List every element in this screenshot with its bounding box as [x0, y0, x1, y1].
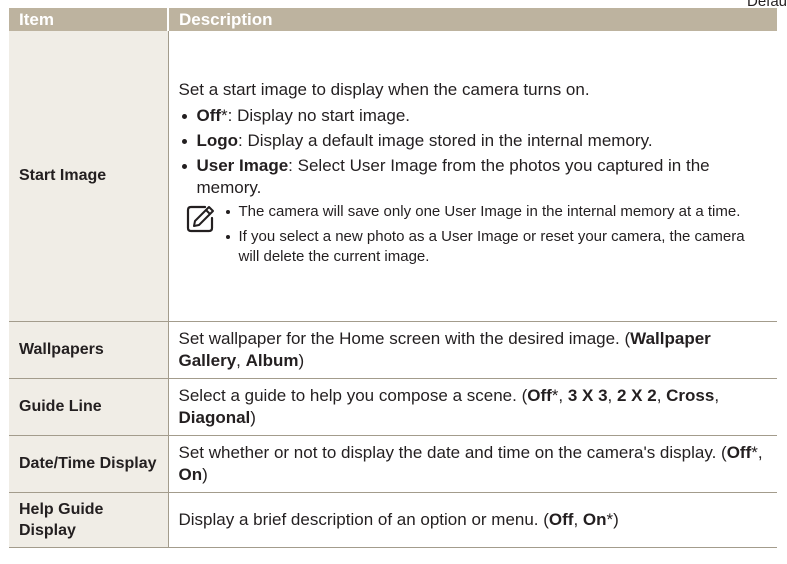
desc-wallpapers: Set wallpaper for the Home screen with t… — [168, 321, 777, 379]
header-description: Description — [168, 8, 777, 31]
table-row: Wallpapers Set wallpaper for the Home sc… — [9, 321, 777, 379]
option-logo: Logo: Display a default image stored in … — [179, 130, 768, 152]
desc-date-time-display: Set whether or not to display the date a… — [168, 435, 777, 493]
table-row: Guide Line Select a guide to help you co… — [9, 378, 777, 436]
desc-start-image: Set a start image to display when the ca… — [168, 31, 777, 322]
item-start-image: Start Image — [9, 31, 169, 322]
settings-table: Item Description Start Image Set a start… — [9, 8, 777, 548]
note-pencil-icon — [186, 206, 214, 233]
item-guide-line: Guide Line — [9, 378, 169, 436]
table-row: Help Guide Display Display a brief descr… — [9, 492, 777, 548]
table-header: Item Description — [9, 8, 777, 31]
note-item: If you select a new photo as a User Imag… — [223, 227, 768, 267]
start-image-options: Off*: Display no start image. Logo: Disp… — [179, 105, 768, 199]
option-off: Off*: Display no start image. — [179, 105, 768, 127]
table-row: Date/Time Display Set whether or not to … — [9, 435, 777, 493]
table-row: Start Image Set a start image to display… — [9, 31, 777, 322]
note-block: The camera will save only one User Image… — [179, 202, 768, 272]
item-date-time-display: Date/Time Display — [9, 435, 169, 493]
desc-guide-line: Select a guide to help you compose a sce… — [168, 378, 777, 436]
note-list: The camera will save only one User Image… — [223, 202, 768, 272]
item-help-guide-display: Help Guide Display — [9, 492, 169, 548]
desc-help-guide-display: Display a brief description of an option… — [168, 492, 777, 548]
header-item: Item — [9, 8, 169, 31]
item-wallpapers: Wallpapers — [9, 321, 169, 379]
note-item: The camera will save only one User Image… — [223, 202, 768, 222]
start-image-intro: Set a start image to display when the ca… — [178, 80, 590, 100]
option-user-image: User Image: Select User Image from the p… — [179, 155, 768, 199]
